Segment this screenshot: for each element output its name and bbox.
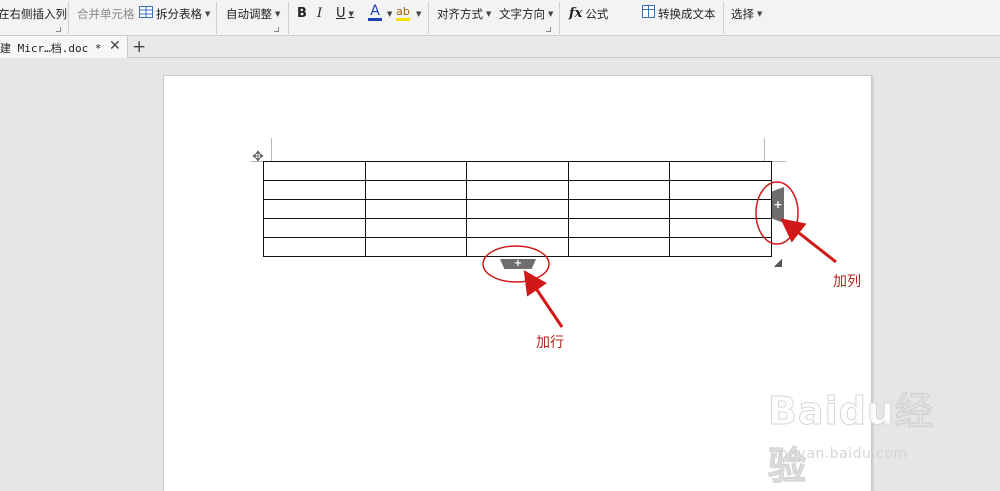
table-cell[interactable]: [364, 237, 468, 257]
table-cell[interactable]: [263, 161, 366, 181]
table-row: [263, 218, 772, 238]
table-row: [263, 199, 772, 219]
add-row-button[interactable]: +: [500, 259, 536, 269]
table-cell[interactable]: [466, 218, 569, 238]
add-column-button[interactable]: +: [772, 187, 784, 223]
align-label: 对齐方式: [437, 7, 483, 21]
split-table-label: 拆分表格: [156, 7, 202, 21]
chevron-down-icon: ▼: [757, 10, 763, 18]
chevron-down-icon: ▼: [348, 10, 354, 18]
select-button[interactable]: 选择 ▼: [731, 5, 762, 23]
font-color-bar: [368, 18, 382, 21]
table-cell[interactable]: [466, 199, 569, 219]
convert-to-text-button[interactable]: 转换成文本: [642, 5, 716, 23]
margin-corner-mark: [764, 138, 765, 162]
table-cell[interactable]: [466, 180, 569, 200]
chevron-down-icon: ▼: [548, 10, 554, 18]
table-cell[interactable]: [567, 237, 671, 257]
underline-button[interactable]: U ▼: [336, 5, 354, 23]
table-cell[interactable]: [466, 161, 569, 181]
ribbon-toolbar: 在右侧插入列 合并单元格 拆分表格 ▼ 自动调整 ▼ B I U ▼ A ▼ a…: [0, 0, 1000, 36]
formula-label: 公式: [585, 7, 609, 21]
chevron-down-icon: ▼: [205, 10, 211, 18]
document-tab[interactable]: 建 Micr…档.doc * ✕: [0, 36, 128, 58]
text-direction-label: 文字方向: [499, 7, 545, 21]
table-cell[interactable]: [364, 199, 468, 219]
ribbon-separator: [428, 2, 429, 34]
highlight-dropdown[interactable]: ▼: [413, 5, 421, 23]
font-color-label: A: [370, 3, 380, 19]
italic-label: I: [317, 6, 323, 21]
margin-corner-mark: [271, 138, 272, 162]
ribbon-separator: [288, 2, 289, 34]
document-page[interactable]: ✥ + +: [163, 75, 872, 491]
split-table-icon: [139, 5, 153, 23]
convert-to-text-icon: [642, 5, 655, 23]
close-icon[interactable]: ✕: [109, 38, 121, 54]
document-tab-title: 建 Micr…档.doc *: [0, 42, 102, 55]
select-label: 选择: [731, 7, 754, 21]
table-cell[interactable]: [263, 180, 366, 200]
font-color-dropdown[interactable]: ▼: [384, 5, 392, 23]
auto-fit-label: 自动调整: [226, 7, 272, 21]
font-color-button[interactable]: A: [368, 3, 382, 23]
table-cell[interactable]: [669, 218, 772, 238]
merge-cells-button[interactable]: 合并单元格: [77, 5, 135, 23]
table-cell[interactable]: [263, 218, 366, 238]
add-row-annotation: 加行: [536, 335, 564, 351]
table-cell[interactable]: [567, 161, 671, 181]
chevron-down-icon: ▼: [416, 10, 422, 18]
text-direction-button[interactable]: 文字方向 ▼: [499, 5, 553, 23]
convert-to-text-label: 转换成文本: [658, 7, 716, 21]
highlight-bar: [396, 18, 410, 21]
ribbon-separator: [216, 2, 217, 34]
table-cell[interactable]: [567, 180, 671, 200]
auto-fit-button[interactable]: 自动调整 ▼: [226, 5, 280, 23]
table-cell[interactable]: [567, 199, 671, 219]
table-cell[interactable]: [669, 161, 772, 181]
table-cell[interactable]: [669, 199, 772, 219]
underline-label: U: [336, 6, 346, 21]
ribbon-separator: [723, 2, 724, 34]
table-resize-handle-icon[interactable]: [774, 259, 782, 267]
chevron-down-icon: ▼: [387, 10, 393, 18]
merge-cells-label: 合并单元格: [77, 7, 135, 21]
document-tab-bar: 建 Micr…档.doc * ✕ +: [0, 36, 1000, 58]
chevron-down-icon: ▼: [275, 10, 281, 18]
highlight-label: ab: [396, 5, 410, 18]
table-cell[interactable]: [567, 218, 671, 238]
table-cell[interactable]: [263, 237, 366, 257]
bold-button[interactable]: B: [297, 5, 307, 23]
ribbon-separator: [559, 2, 560, 34]
highlight-button[interactable]: ab: [396, 5, 410, 23]
chevron-down-icon: ▼: [486, 10, 492, 18]
italic-button[interactable]: I: [317, 5, 322, 23]
formula-icon: fx: [569, 6, 583, 21]
align-button[interactable]: 对齐方式 ▼: [437, 5, 491, 23]
add-column-annotation: 加列: [833, 274, 861, 290]
split-table-button[interactable]: 拆分表格 ▼: [139, 5, 210, 23]
table-row: [263, 180, 772, 200]
insert-column-right-label: 在右侧插入列: [0, 7, 67, 21]
table-cell[interactable]: [263, 199, 366, 219]
group-launcher-icon[interactable]: [274, 27, 279, 32]
ribbon-separator: [68, 2, 69, 34]
insert-column-right-button[interactable]: 在右侧插入列: [0, 5, 67, 23]
group-launcher-icon[interactable]: [546, 27, 551, 32]
table-cell[interactable]: [466, 237, 569, 257]
new-tab-icon[interactable]: +: [132, 36, 146, 58]
table-row: [263, 237, 772, 257]
table-row: [263, 161, 772, 181]
table-cell[interactable]: [364, 161, 468, 181]
table-cell[interactable]: [364, 218, 468, 238]
bold-label: B: [297, 6, 307, 21]
table-cell[interactable]: [364, 180, 468, 200]
table-cell[interactable]: [669, 180, 772, 200]
formula-button[interactable]: fx 公式: [569, 5, 608, 23]
group-launcher-icon[interactable]: [56, 27, 61, 32]
document-table[interactable]: [263, 161, 772, 257]
table-cell[interactable]: [669, 237, 772, 257]
